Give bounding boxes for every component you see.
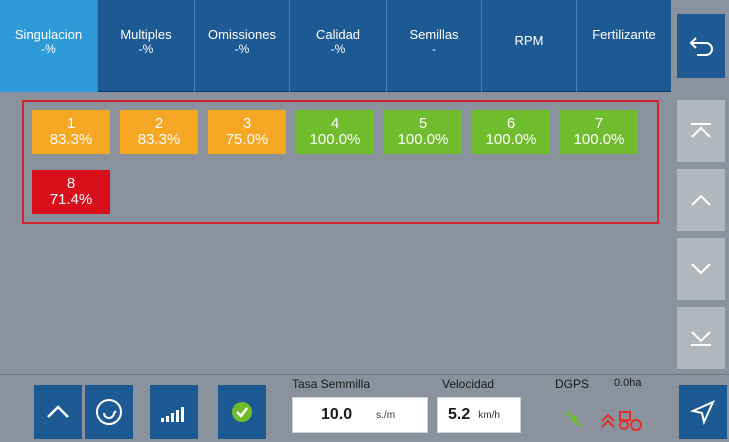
back-button[interactable]	[677, 14, 725, 78]
status-button[interactable]	[218, 385, 266, 439]
send-button[interactable]	[679, 385, 727, 439]
dgps-label: DGPS	[555, 377, 590, 391]
row-number: 3	[242, 115, 252, 132]
tractor-icon	[601, 411, 642, 431]
chevron-up-icon	[47, 405, 69, 418]
tab-sub: -%	[41, 42, 56, 56]
row-tile-4[interactable]: 4 100.0%	[296, 110, 374, 154]
row-tile-7[interactable]: 7 100.0%	[560, 110, 638, 154]
row-value: 100.0%	[309, 131, 361, 148]
tab-multiples[interactable]: Multiples -%	[98, 0, 195, 92]
bottom-status-bar: Tasa Semmilla 10.0 s./m Velocidad 5.2 km…	[0, 374, 729, 442]
row-value: 75.0%	[225, 131, 269, 148]
row-tile-5[interactable]: 5 100.0%	[384, 110, 462, 154]
tab-sub: -	[432, 42, 436, 56]
tab-singulacion[interactable]: Singulacion -%	[0, 0, 98, 92]
tab-sub: -%	[234, 42, 250, 56]
row-tile-6[interactable]: 6 100.0%	[472, 110, 550, 154]
tab-label: Singulacion	[14, 27, 83, 42]
double-up-icon	[691, 123, 711, 138]
scroll-top-button[interactable]	[677, 100, 725, 162]
row-value: 100.0%	[397, 131, 449, 148]
scroll-column	[671, 92, 729, 374]
refresh-icon	[96, 399, 122, 425]
satellite-icon	[565, 410, 583, 428]
velocidad-unit: km/h	[478, 409, 500, 421]
rate-button[interactable]	[150, 385, 198, 439]
row-value: 100.0%	[485, 131, 537, 148]
velocidad-field: 5.2 km/h	[437, 397, 521, 433]
row-value: 83.3%	[137, 131, 181, 148]
scroll-bottom-button[interactable]	[677, 307, 725, 369]
row-status-panel: 1 83.3% 2 83.3% 3 75.0% 4 100.0% 5 100.0…	[0, 92, 671, 374]
tasa-unit: s./m	[376, 409, 396, 421]
return-arrow-icon	[689, 37, 713, 56]
scroll-up-button[interactable]	[677, 169, 725, 231]
area-value: 0.0ha	[614, 377, 642, 389]
double-down-icon	[691, 331, 711, 346]
row-number: 1	[66, 115, 76, 132]
row-number: 6	[506, 115, 516, 132]
row-number: 2	[154, 115, 164, 132]
row-tile-8[interactable]: 8 71.4%	[32, 170, 110, 214]
row-value: 100.0%	[573, 131, 625, 148]
back-button-area	[671, 0, 729, 92]
row-value: 83.3%	[49, 131, 93, 148]
tab-label: Semillas	[409, 27, 459, 42]
send-arrow-icon	[690, 400, 715, 425]
tab-omissiones[interactable]: Omissiones -%	[195, 0, 290, 92]
metric-tab-bar: Singulacion -% Multiples -% Omissiones -…	[0, 0, 671, 92]
tasa-label: Tasa Semmilla	[292, 377, 371, 391]
tab-calidad[interactable]: Calidad -%	[290, 0, 387, 92]
velocidad-value: 5.2	[448, 406, 471, 423]
tab-label: Fertilizante	[592, 27, 656, 42]
row-tile-3[interactable]: 3 75.0%	[208, 110, 286, 154]
check-circle-icon	[232, 402, 252, 422]
row-number: 4	[330, 115, 340, 132]
expand-button[interactable]	[34, 385, 82, 439]
row-tile-1[interactable]: 1 83.3%	[32, 110, 110, 154]
row-tiles-line-2: 8 71.4%	[32, 170, 110, 214]
chevron-up-icon	[691, 194, 711, 206]
row-tile-2[interactable]: 2 83.3%	[120, 110, 198, 154]
row-number: 8	[66, 175, 76, 192]
scroll-down-button[interactable]	[677, 238, 725, 300]
row-status-frame: 1 83.3% 2 83.3% 3 75.0% 4 100.0% 5 100.0…	[22, 100, 659, 224]
row-number: 7	[594, 115, 604, 132]
tab-rpm[interactable]: RPM	[482, 0, 577, 92]
tab-fertilizante[interactable]: Fertilizante	[577, 0, 671, 92]
row-tiles-line-1: 1 83.3% 2 83.3% 3 75.0% 4 100.0% 5 100.0…	[32, 110, 638, 154]
row-value: 71.4%	[49, 191, 93, 208]
rate-bars-icon	[161, 407, 184, 422]
row-number: 5	[418, 115, 428, 132]
tasa-field[interactable]: 10.0 s./m	[292, 397, 428, 433]
tab-label: Omissiones	[208, 27, 276, 42]
tab-label: Multiples	[120, 27, 172, 42]
tasa-value: 10.0	[321, 406, 353, 423]
tab-semillas[interactable]: Semillas -	[387, 0, 482, 92]
chevron-down-icon	[691, 263, 711, 275]
tab-label: Calidad	[315, 27, 361, 42]
tab-label: RPM	[514, 33, 544, 48]
tab-sub: -%	[330, 42, 346, 56]
velocidad-label: Velocidad	[442, 377, 495, 391]
refresh-button[interactable]	[85, 385, 133, 439]
tab-sub: -%	[138, 42, 154, 56]
